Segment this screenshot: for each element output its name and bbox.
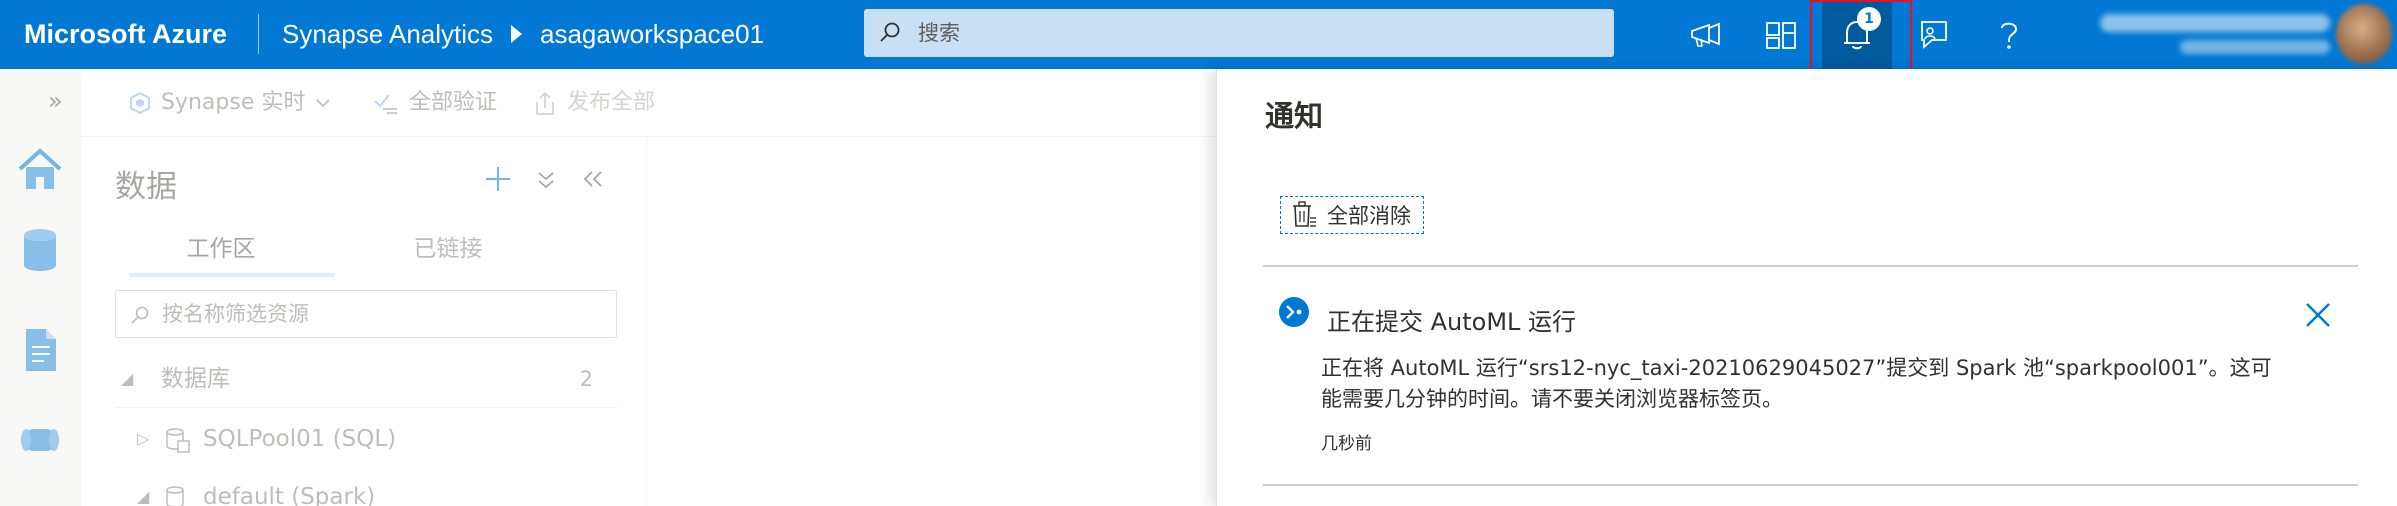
help-button[interactable]: [1974, 0, 2044, 69]
tree-item-count: 2: [579, 367, 593, 391]
tree-divider: [115, 407, 617, 408]
home-icon[interactable]: [16, 145, 64, 195]
filter-input[interactable]: [162, 291, 602, 337]
synapse-icon: [130, 91, 150, 115]
tree-item-default-spark[interactable]: ◢ default (Spark): [115, 472, 617, 506]
dismiss-all-label: 全部消除: [1327, 204, 1411, 228]
account-directory: [2180, 40, 2330, 54]
notification-title: 正在提交 AutoML 运行: [1327, 308, 1577, 336]
account-email: [2100, 14, 2330, 32]
collapse-all-icon[interactable]: [536, 169, 556, 191]
sql-pool-icon: [166, 428, 190, 453]
notification-count-badge: 1: [1857, 6, 1881, 31]
tab-linked[interactable]: 已链接: [388, 229, 508, 263]
publish-icon: [536, 91, 554, 115]
notifications-button[interactable]: 1: [1822, 0, 1892, 69]
close-icon[interactable]: [2301, 298, 2335, 332]
breadcrumb-service[interactable]: Synapse Analytics: [282, 0, 493, 69]
synapse-live-dropdown[interactable]: Synapse 实时: [129, 87, 331, 119]
publish-all-button[interactable]: 发布全部: [533, 87, 655, 119]
tree-item-label: 数据库: [161, 366, 230, 392]
chevron-down-icon: [316, 99, 331, 108]
notifications-panel: 通知 全部消除 正在提交 AutoML 运行 正在将 AutoML 运行“srs…: [1216, 69, 2397, 506]
caret-expanded-icon[interactable]: ◢: [121, 354, 133, 404]
tree-item-sqlpool[interactable]: ▷ SQLPool01 (SQL): [115, 414, 617, 464]
tree-item-label: SQLPool01 (SQL): [203, 426, 397, 452]
portal-settings-button[interactable]: [1746, 0, 1816, 69]
expand-nav-icon[interactable]: »: [48, 87, 63, 115]
breadcrumb-arrow-icon: [511, 25, 522, 43]
search-input[interactable]: [918, 9, 1598, 57]
tree-item-databases[interactable]: ◢ 数据库 2: [115, 354, 617, 404]
account-info[interactable]: [2080, 6, 2330, 62]
resource-filter[interactable]: [115, 290, 617, 338]
in-progress-icon: [1279, 297, 1309, 327]
notification-message: 正在将 AutoML 运行“srs12-nyc_taxi-20210629045…: [1321, 356, 2272, 411]
caret-collapsed-icon[interactable]: ▷: [137, 414, 149, 464]
data-icon[interactable]: [16, 225, 64, 275]
synapse-live-label: Synapse 实时: [161, 90, 306, 115]
workspace-toolbar: Synapse 实时 全部验证 发布全部: [81, 69, 1216, 137]
panel-title: 数据: [115, 169, 177, 205]
add-icon[interactable]: [484, 165, 512, 193]
avatar[interactable]: [2336, 4, 2392, 64]
breadcrumb-workspace[interactable]: asagaworkspace01: [540, 0, 764, 69]
tab-workspace[interactable]: 工作区: [129, 229, 313, 263]
notifications-divider: [1263, 265, 2358, 267]
validate-all-label: 全部验证: [409, 90, 498, 115]
brand-divider: [258, 14, 259, 54]
megaphone-icon: [1691, 22, 1720, 47]
integrate-icon[interactable]: [16, 415, 64, 465]
top-bar: Microsoft Azure Synapse Analytics asagaw…: [0, 0, 2397, 69]
brand-name[interactable]: Microsoft Azure: [24, 0, 227, 69]
data-panel: 数据 工作区 已链接 ◢ 数据库 2 ▷ SQLPool01 (SQL): [81, 137, 647, 506]
feedback-button[interactable]: [1898, 0, 1968, 69]
search-icon: [131, 306, 149, 324]
announcements-button[interactable]: [1671, 0, 1741, 69]
publish-all-label: 发布全部: [567, 90, 656, 115]
validate-icon: [374, 94, 397, 114]
active-tab-indicator: [129, 273, 335, 277]
portal-settings-icon: [1766, 21, 1796, 49]
help-icon: [2001, 22, 2018, 49]
develop-icon[interactable]: [16, 325, 64, 375]
notifications-title: 通知: [1265, 99, 1324, 133]
feedback-icon: [1921, 20, 1947, 49]
notifications-divider: [1263, 484, 2358, 486]
tree-item-label: default (Spark): [203, 484, 376, 506]
caret-expanded-icon[interactable]: ◢: [137, 472, 149, 506]
global-search[interactable]: [864, 9, 1614, 57]
validate-all-button[interactable]: 全部验证: [373, 87, 497, 119]
collapse-panel-icon[interactable]: [581, 169, 605, 189]
dismiss-all-button[interactable]: 全部消除: [1280, 196, 1424, 234]
trash-icon: [1293, 201, 1316, 227]
notification-timestamp: 几秒前: [1321, 434, 1372, 454]
left-nav-rail: »: [0, 69, 81, 506]
spark-database-icon: [166, 486, 184, 506]
search-icon: [880, 22, 900, 42]
